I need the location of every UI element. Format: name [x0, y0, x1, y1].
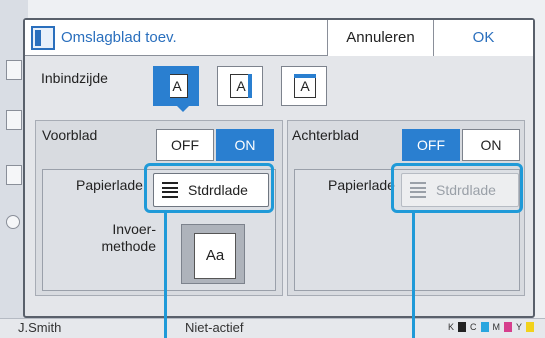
front-cover-on-button[interactable]: ON: [216, 129, 274, 161]
binding-left-glyph: A: [172, 78, 182, 94]
binding-right-glyph: A: [236, 78, 246, 94]
front-feed-method-label-line2: methode: [101, 238, 156, 254]
document-icon: [6, 60, 22, 80]
toner-m-label: M: [492, 322, 501, 332]
binding-side-label: Inbindzijde: [41, 70, 108, 86]
document-icon: [6, 110, 22, 130]
binding-right-button[interactable]: A: [217, 66, 263, 106]
front-tray-callout-line: [164, 213, 167, 338]
toner-c-label: C: [470, 322, 477, 332]
machine-status: Niet-actief: [185, 320, 244, 335]
front-cover-off-button[interactable]: OFF: [156, 129, 214, 161]
toner-y-label: Y: [516, 322, 523, 332]
user-name: J.Smith: [18, 320, 62, 335]
front-feed-method-label-line1: Invoer-: [112, 221, 156, 237]
dialog-title: Omslagblad toev.: [61, 29, 177, 46]
front-paper-tray-label: Papierlade: [76, 177, 143, 193]
back-tray-highlight: [391, 163, 523, 213]
cancel-button[interactable]: Annuleren: [327, 20, 433, 56]
document-icon: [6, 165, 22, 185]
front-tray-highlight: [144, 163, 274, 213]
binding-top-glyph: A: [300, 78, 310, 94]
selection-pointer: [175, 104, 191, 112]
back-paper-tray-label: Papierlade: [328, 177, 395, 193]
toner-k-label: K: [448, 322, 455, 332]
front-feed-method-button[interactable]: Aa: [181, 224, 245, 284]
check-icon: [6, 215, 20, 229]
back-tray-callout-line: [412, 213, 415, 338]
ok-button[interactable]: OK: [433, 20, 533, 56]
feed-method-sheet: Aa: [194, 233, 236, 279]
feed-method-glyph: Aa: [205, 247, 225, 264]
toner-levels: K C M Y: [448, 322, 535, 332]
front-cover-label: Voorblad: [42, 127, 98, 143]
back-cover-label: Achterblad: [292, 127, 359, 143]
cover-sheet-icon: [31, 26, 55, 50]
dialog-title-bar: Omslagblad toev. Annuleren OK: [25, 20, 533, 56]
back-cover-on-button[interactable]: ON: [462, 129, 520, 161]
binding-top-edge: [294, 74, 316, 78]
binding-top-button[interactable]: A: [281, 66, 327, 106]
binding-right-edge: [248, 74, 252, 98]
back-cover-off-button[interactable]: OFF: [402, 129, 460, 161]
binding-left-button[interactable]: A: [153, 66, 199, 106]
binding-left-edge: [166, 74, 170, 98]
